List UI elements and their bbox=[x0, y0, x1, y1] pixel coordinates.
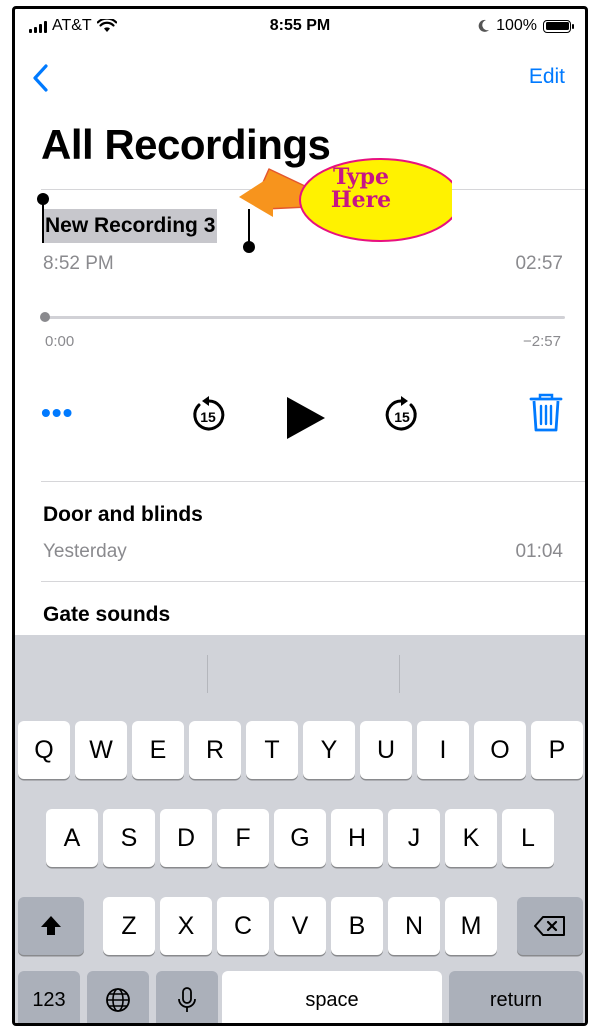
key-n[interactable]: N bbox=[388, 897, 440, 955]
key-a[interactable]: A bbox=[46, 809, 98, 867]
key-i[interactable]: I bbox=[417, 721, 469, 779]
space-key[interactable]: space bbox=[222, 971, 442, 1023]
elapsed-time: 0:00 bbox=[45, 333, 75, 350]
key-k[interactable]: K bbox=[445, 809, 497, 867]
key-m[interactable]: M bbox=[445, 897, 497, 955]
key-t[interactable]: T bbox=[246, 721, 298, 779]
key-j[interactable]: J bbox=[388, 809, 440, 867]
callout-text: Type Here bbox=[302, 166, 420, 212]
trash-icon[interactable] bbox=[529, 393, 563, 433]
key-e[interactable]: E bbox=[132, 721, 184, 779]
playback-controls: ••• 15 15 bbox=[15, 393, 585, 449]
backspace-icon bbox=[534, 916, 565, 936]
backspace-key[interactable] bbox=[517, 897, 583, 955]
skip-back-15-icon[interactable]: 15 bbox=[189, 396, 227, 434]
key-b[interactable]: B bbox=[331, 897, 383, 955]
key-h[interactable]: H bbox=[331, 809, 383, 867]
shift-key[interactable] bbox=[18, 897, 84, 955]
globe-key[interactable] bbox=[87, 971, 149, 1023]
key-z[interactable]: Z bbox=[103, 897, 155, 955]
scrubber-knob[interactable] bbox=[40, 312, 50, 322]
shift-icon bbox=[41, 916, 61, 935]
callout-line-1: Type bbox=[332, 164, 390, 190]
recording-item-date: Yesterday bbox=[43, 541, 127, 562]
edit-button[interactable]: Edit bbox=[529, 65, 565, 89]
key-o[interactable]: O bbox=[474, 721, 526, 779]
moon-icon bbox=[478, 19, 490, 32]
key-w[interactable]: W bbox=[75, 721, 127, 779]
suggestion-bar bbox=[15, 635, 585, 705]
key-r[interactable]: R bbox=[189, 721, 241, 779]
recording-duration: 02:57 bbox=[515, 253, 563, 274]
key-v[interactable]: V bbox=[274, 897, 326, 955]
microphone-icon bbox=[178, 987, 196, 1012]
remaining-time: −2:57 bbox=[523, 333, 561, 350]
suggestion-separator bbox=[399, 655, 400, 693]
return-key[interactable]: return bbox=[449, 971, 583, 1023]
key-u[interactable]: U bbox=[360, 721, 412, 779]
key-g[interactable]: G bbox=[274, 809, 326, 867]
key-q[interactable]: Q bbox=[18, 721, 70, 779]
key-s[interactable]: S bbox=[103, 809, 155, 867]
key-d[interactable]: D bbox=[160, 809, 212, 867]
globe-icon bbox=[106, 988, 130, 1012]
key-y[interactable]: Y bbox=[303, 721, 355, 779]
skip-forward-15-icon[interactable]: 15 bbox=[383, 396, 421, 434]
key-f[interactable]: F bbox=[217, 809, 269, 867]
keyboard: Q W E R T Y U I O P A S D F G H J K L Z … bbox=[15, 635, 585, 1023]
more-icon[interactable]: ••• bbox=[41, 399, 73, 427]
numbers-key[interactable]: 123 bbox=[18, 971, 80, 1023]
selection-start-line bbox=[42, 201, 44, 243]
recording-name-input[interactable]: New Recording 3 bbox=[43, 209, 218, 243]
key-l[interactable]: L bbox=[502, 809, 554, 867]
chevron-left-icon[interactable] bbox=[31, 63, 49, 93]
skip-back-label: 15 bbox=[200, 409, 216, 425]
key-c[interactable]: C bbox=[217, 897, 269, 955]
navigation-bar: Edit bbox=[15, 57, 585, 97]
battery-icon bbox=[543, 19, 574, 33]
status-bar: AT&T 8:55 PM 100% bbox=[15, 9, 585, 43]
recording-time: 8:52 PM bbox=[43, 253, 114, 274]
recording-item-title[interactable]: Door and blinds bbox=[43, 503, 203, 527]
key-p[interactable]: P bbox=[531, 721, 583, 779]
microphone-key[interactable] bbox=[156, 971, 218, 1023]
recording-item-duration: 01:04 bbox=[515, 541, 563, 562]
recording-item-title[interactable]: Gate sounds bbox=[43, 603, 170, 627]
list-divider bbox=[41, 581, 585, 582]
skip-forward-label: 15 bbox=[394, 409, 410, 425]
play-icon[interactable] bbox=[283, 395, 327, 441]
suggestion-separator bbox=[207, 655, 208, 693]
playback-scrubber[interactable] bbox=[43, 316, 565, 319]
battery-percent: 100% bbox=[496, 17, 537, 34]
callout-line-2: Here bbox=[330, 187, 392, 213]
status-right: 100% bbox=[478, 17, 574, 35]
key-x[interactable]: X bbox=[160, 897, 212, 955]
phone-screen: AT&T 8:55 PM 100% Edit All Recordings Ne… bbox=[12, 6, 588, 1026]
recording-divider bbox=[41, 481, 585, 482]
